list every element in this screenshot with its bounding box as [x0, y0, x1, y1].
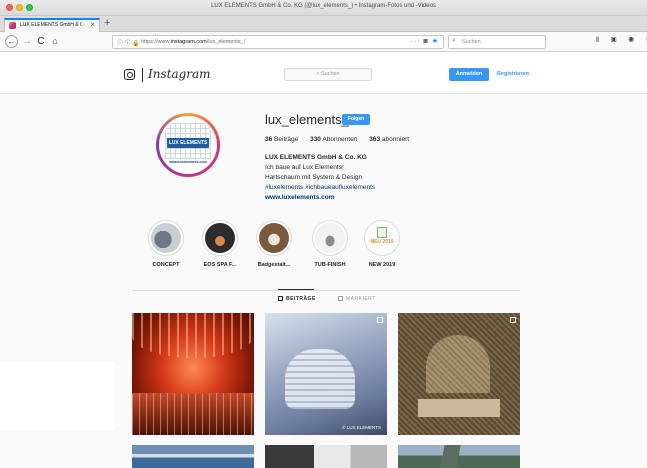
post-thumbnail[interactable] [132, 313, 254, 435]
reload-button[interactable]: C [36, 35, 46, 48]
instagram-search-input[interactable]: ⌕ Suchen [284, 68, 372, 81]
post-thumbnail[interactable]: © LUX ELEMENTS [265, 313, 387, 435]
post-thumbnail[interactable] [398, 313, 520, 435]
back-button[interactable]: ← [5, 35, 18, 48]
profile-username: lux_elements_ [265, 112, 349, 127]
logo-divider [142, 68, 143, 82]
highlight-label: EOS SPA F... [203, 262, 237, 268]
bookmark-star-icon[interactable]: ★ [432, 38, 439, 45]
avatar-url: www.luxelements.com [169, 160, 207, 164]
avatar-brand-logo: LUX ELEMENTS [167, 138, 209, 148]
window-title: LUX ELEMENTS GmbH & Co. KG (@lux_element… [211, 3, 436, 9]
highlight-badgestaltung[interactable]: Badgestalt... [246, 220, 302, 268]
forward-button[interactable]: → [22, 35, 32, 48]
instagram-wordmark[interactable]: Instagram [148, 67, 211, 81]
tag-icon [338, 296, 343, 301]
bio-website-link[interactable]: www.luxelements.com [265, 193, 375, 203]
multiple-images-icon [510, 317, 516, 323]
highlight-cover [259, 223, 289, 253]
stat-posts[interactable]: 36 Beiträge [265, 136, 298, 143]
highlight-cover [315, 223, 345, 253]
highlight-cover: NEU 2019 [367, 223, 397, 253]
tab-strip: LUX ELEMENTS GmbH & Co. K × + [0, 16, 647, 32]
browser-search-input[interactable]: ⌕ Suchen [448, 35, 546, 49]
post-thumbnail[interactable] [265, 445, 387, 468]
register-link[interactable]: Registrieren [493, 68, 533, 81]
url-text[interactable]: https://www.instagram.com/lux_elements_/ [141, 39, 245, 45]
highlight-tub-finish[interactable]: TUB-FINISH [302, 220, 358, 268]
highlight-label: TUB-FINISH [314, 262, 346, 268]
tab-close-icon[interactable]: × [90, 20, 95, 30]
multiple-images-icon [377, 317, 383, 323]
bio-line: Ich baue auf Lux Elements! [265, 164, 344, 171]
tab-posts[interactable]: BEITRÄGE [278, 289, 316, 302]
bio-hashtags[interactable]: #luxelements #ichbaueaufluxelements [265, 183, 375, 193]
highlight-cover [205, 223, 235, 253]
highlight-cover [151, 223, 181, 253]
profile-stats: 36 Beiträge 330 Abonnenten 363 abonniert [265, 136, 419, 143]
document-icon [377, 227, 387, 238]
instagram-header: Instagram ⌕ Suchen Anmelden Registrieren [0, 56, 647, 94]
highlight-concept[interactable]: CONCEPT [138, 220, 194, 268]
search-icon: ⌕ [452, 37, 456, 44]
profile-bio: LUX ELEMENTS GmbH & Co. KG Ich baue auf … [265, 153, 375, 203]
site-info-icon[interactable]: ⓘ ⓘ 🔒 [117, 38, 140, 47]
highlight-eos-spa[interactable]: EOS SPA F... [192, 220, 248, 268]
blank-panel [0, 362, 115, 430]
highlight-cover-badge: NEU 2019 [370, 239, 394, 245]
browser-tab-instagram[interactable]: LUX ELEMENTS GmbH & Co. K × [4, 18, 100, 32]
post-image-detail [428, 445, 478, 468]
stat-followers[interactable]: 330 Abonnenten [310, 136, 357, 143]
toolbar-icons[interactable]: ⫴ ▣ ◉ ≡ [596, 37, 647, 45]
bio-full-name: LUX ELEMENTS GmbH & Co. KG [265, 154, 367, 161]
browser-search-placeholder: Suchen [462, 39, 481, 45]
page-actions-menu-icon[interactable]: ··· [411, 38, 421, 45]
tab-title: LUX ELEMENTS GmbH & Co. K [20, 22, 82, 28]
instagram-favicon-icon [9, 22, 16, 29]
new-tab-button[interactable]: + [104, 17, 110, 29]
lock-icon: 🔒 [132, 41, 140, 47]
avatar[interactable]: LUX ELEMENTS www.luxelements.com [159, 116, 217, 174]
bio-line: Hartschaum mit System & Design [265, 174, 363, 181]
pocket-icon[interactable]: ◙ [424, 38, 429, 45]
follow-button[interactable]: Folgen [342, 114, 370, 125]
stat-following[interactable]: 363 abonniert [369, 136, 409, 143]
post-watermark: © LUX ELEMENTS [342, 425, 381, 430]
post-thumbnail[interactable] [398, 445, 520, 468]
highlight-label: NEW 2019 [368, 262, 396, 268]
address-bar[interactable]: ⓘ ⓘ 🔒 https://www.instagram.com/lux_elem… [112, 35, 444, 49]
highlight-label: CONCEPT [152, 262, 180, 268]
page-actions[interactable]: ··· ◙ ★ [411, 37, 439, 45]
instagram-camera-icon[interactable] [124, 69, 135, 80]
tab-tagged[interactable]: MARKIERT [338, 296, 376, 302]
profile-tabs-divider [132, 290, 520, 291]
highlight-new-2019[interactable]: NEU 2019 NEW 2019 [354, 220, 410, 268]
highlight-label: Badgestalt... [257, 262, 291, 268]
login-button[interactable]: Anmelden [449, 68, 489, 81]
window-title-bar: LUX ELEMENTS GmbH & Co. KG (@lux_element… [0, 0, 647, 16]
post-thumbnail[interactable] [132, 445, 254, 468]
home-button[interactable]: ⌂ [50, 35, 60, 48]
grid-icon [278, 296, 283, 301]
navigation-toolbar: ← → C ⌂ ⓘ ⓘ 🔒 https://www.instagram.com/… [0, 32, 647, 52]
